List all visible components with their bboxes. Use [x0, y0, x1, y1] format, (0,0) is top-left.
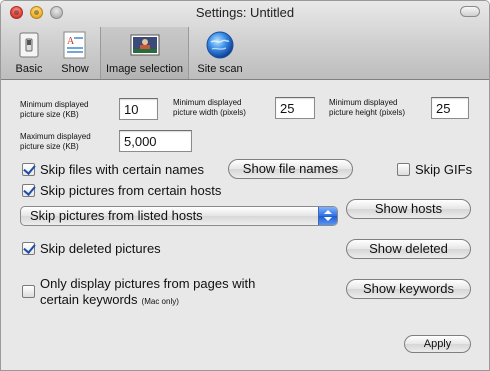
- label-line: picture size (KB): [20, 110, 79, 119]
- show-keywords-button[interactable]: Show keywords: [346, 279, 471, 299]
- mac-only-note: (Mac only): [141, 297, 179, 306]
- settings-window: Settings: Untitled Basic A Show Image se…: [0, 0, 490, 371]
- label-line: Minimum displayed: [20, 100, 89, 109]
- globe-icon: [206, 31, 234, 59]
- min-picture-size-label: Minimum displayed picture size (KB): [20, 100, 88, 120]
- show-hosts-button[interactable]: Show hosts: [346, 199, 471, 219]
- toolbar-item-label: Image selection: [105, 63, 184, 75]
- skip-names-checkbox[interactable]: [22, 163, 35, 176]
- skip-deleted-label: Skip deleted pictures: [40, 241, 161, 256]
- window-title: Settings: Untitled: [195, 5, 295, 20]
- label-line: picture size (KB): [20, 142, 79, 151]
- max-picture-size-label: Maximum displayed picture size (KB): [20, 132, 91, 152]
- keywords-checkbox[interactable]: [22, 285, 35, 298]
- title-toolbar: Settings: Untitled Basic A Show Image se…: [1, 1, 489, 80]
- keywords-label: Only display pictures from pages with ce…: [40, 276, 255, 310]
- show-deleted-button[interactable]: Show deleted: [346, 239, 471, 259]
- toolbar-item-site-scan[interactable]: Site scan: [194, 27, 246, 79]
- keywords-label-line-2: certain keywords: [40, 292, 138, 307]
- min-height-label: Minimum displayed picture height (pixels…: [329, 98, 405, 118]
- skip-hosts-checkbox[interactable]: [22, 184, 35, 197]
- keywords-label-line-1: Only display pictures from pages with: [40, 276, 256, 291]
- min-width-field[interactable]: 25: [275, 97, 315, 119]
- label-line: picture height (pixels): [329, 108, 406, 117]
- toolbar-item-show[interactable]: A Show: [56, 27, 94, 79]
- label-line: picture width (pixels): [173, 108, 246, 117]
- popup-arrows-icon: [318, 207, 337, 225]
- document-icon: A: [63, 31, 86, 59]
- apply-button[interactable]: Apply: [404, 335, 471, 353]
- skip-names-label: Skip files with certain names: [40, 162, 205, 177]
- label-line: Maximum displayed: [20, 132, 91, 141]
- label-line: Minimum displayed: [173, 98, 242, 107]
- skip-hosts-label: Skip pictures from certain hosts: [40, 183, 222, 198]
- min-height-field[interactable]: 25: [431, 97, 469, 119]
- min-width-label: Minimum displayed picture width (pixels): [173, 98, 246, 118]
- min-picture-size-field[interactable]: 10: [119, 98, 158, 120]
- skip-gifs-checkbox[interactable]: [397, 163, 410, 176]
- toolbar-item-label: Site scan: [197, 63, 243, 75]
- toolbar-toggle-button[interactable]: [460, 6, 480, 17]
- toolbar-item-basic[interactable]: Basic: [9, 27, 49, 79]
- skip-deleted-checkbox[interactable]: [22, 242, 35, 255]
- max-picture-size-field[interactable]: 5,000: [119, 130, 192, 152]
- svg-text:A: A: [67, 36, 75, 47]
- toolbar-item-label: Basic: [15, 63, 43, 75]
- toolbar-item-label: Show: [61, 63, 89, 75]
- hosts-mode-select[interactable]: Skip pictures from listed hosts: [20, 206, 338, 226]
- skip-gifs-label: Skip GIFs: [415, 162, 473, 177]
- photo-icon: [130, 34, 159, 56]
- hosts-mode-selected-value: Skip pictures from listed hosts: [30, 208, 203, 223]
- show-file-names-button[interactable]: Show file names: [228, 159, 353, 179]
- label-line: Minimum displayed: [329, 98, 398, 107]
- toolbar-item-image-selection[interactable]: Image selection: [100, 27, 189, 79]
- switch-icon: [19, 32, 39, 58]
